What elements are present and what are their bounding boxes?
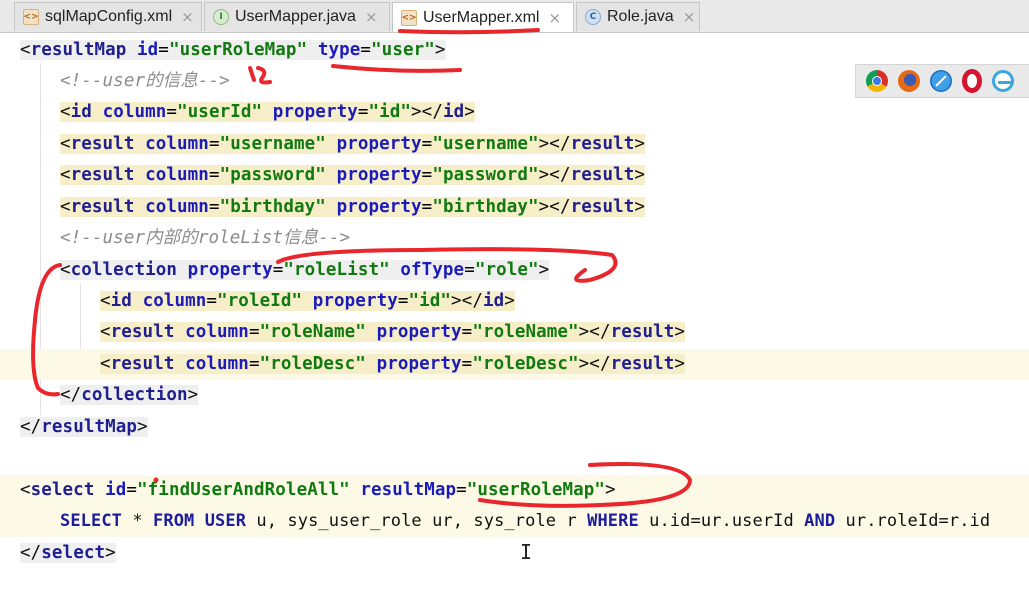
tab-role-java[interactable]: C Role.java × — [576, 2, 700, 31]
tab-label: UserMapper.xml — [423, 8, 540, 26]
code-line[interactable]: <result column="password" property="pass… — [60, 160, 646, 191]
code-line[interactable]: <select id="findUserAndRoleAll" resultMa… — [20, 475, 616, 506]
close-icon[interactable]: × — [683, 8, 696, 26]
code-line[interactable]: </select> — [20, 538, 116, 569]
code-line[interactable]: </resultMap> — [20, 412, 148, 443]
xml-file-icon: <> — [23, 9, 39, 25]
browser-preview-toolbar — [855, 64, 1029, 98]
code-line[interactable]: <id column="roleId" property="id"></id> — [100, 286, 515, 317]
chrome-icon[interactable] — [866, 70, 888, 92]
close-icon[interactable]: × — [181, 8, 194, 26]
editor-tab-bar: <> sqlMapConfig.xml × I UserMapper.java … — [0, 0, 1029, 33]
code-comment[interactable]: <!--user的信息--> — [60, 66, 230, 97]
tab-usermapper-java[interactable]: I UserMapper.java × — [204, 2, 390, 31]
ie-icon[interactable] — [992, 70, 1014, 92]
code-line[interactable]: </collection> — [60, 380, 199, 411]
code-line[interactable]: <id column="userId" property="id"></id> — [60, 97, 475, 128]
code-comment[interactable]: <!--user内部的roleList信息--> — [60, 223, 350, 254]
firefox-icon[interactable] — [898, 70, 920, 92]
opera-icon[interactable] — [962, 69, 982, 93]
close-icon[interactable]: × — [548, 9, 561, 27]
safari-icon[interactable] — [930, 70, 952, 92]
sql-statement[interactable]: SELECT * FROM USER u, sys_user_role ur, … — [60, 506, 990, 537]
tab-usermapper-xml[interactable]: <> UserMapper.xml × — [392, 2, 574, 32]
class-icon: C — [585, 9, 601, 25]
tab-sqlmapconfig-xml[interactable]: <> sqlMapConfig.xml × — [14, 2, 202, 31]
tab-label: UserMapper.java — [235, 8, 356, 25]
code-line[interactable]: <result column="birthday" property="birt… — [60, 192, 646, 223]
code-editor[interactable]: <resultMap id="userRoleMap" type="user">… — [0, 33, 1029, 602]
text-cursor-icon: I — [520, 540, 533, 564]
interface-icon: I — [213, 9, 229, 25]
code-line[interactable]: <result column="roleDesc" property="role… — [100, 349, 686, 380]
close-icon[interactable]: × — [365, 8, 378, 26]
code-line[interactable]: <result column="username" property="user… — [60, 129, 646, 160]
xml-file-icon: <> — [401, 9, 417, 26]
tab-label: sqlMapConfig.xml — [45, 8, 173, 25]
code-line[interactable]: <result column="roleName" property="role… — [100, 317, 686, 348]
code-line[interactable]: <resultMap id="userRoleMap" type="user"> — [20, 35, 446, 66]
code-line[interactable]: <collection property="roleList" ofType="… — [60, 255, 550, 286]
tab-label: Role.java — [607, 8, 674, 25]
